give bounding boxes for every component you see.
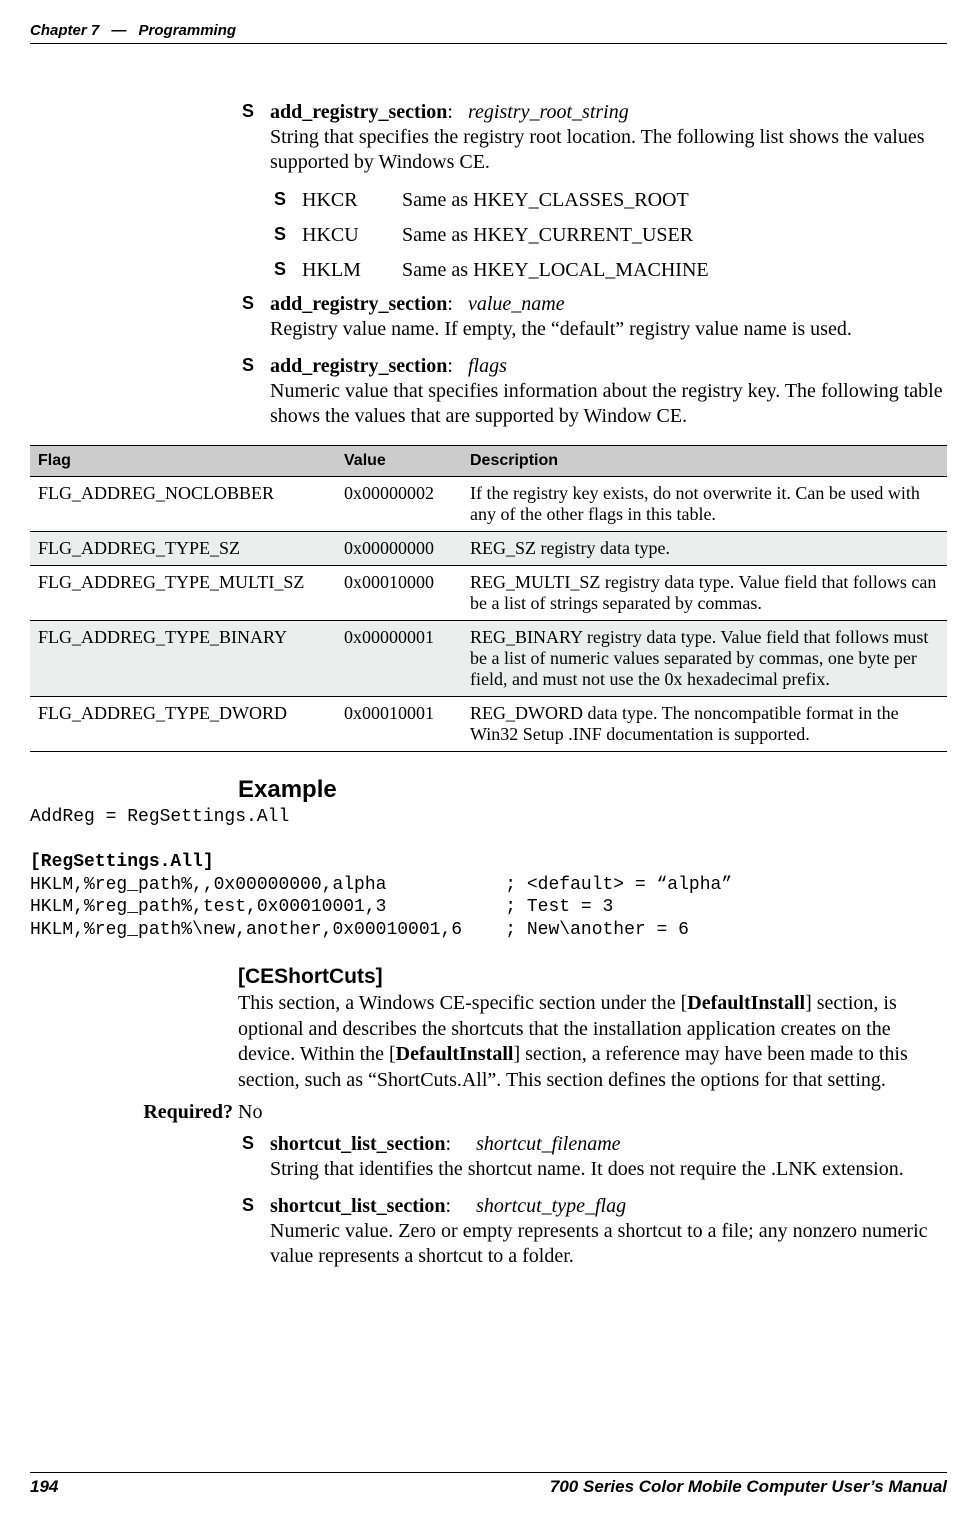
arg: registry_root_string — [468, 101, 629, 123]
table-row: FLG_ADDREG_TYPE_DWORD 0x00010001 REG_DWO… — [30, 697, 947, 752]
desc: Numeric value. Zero or empty represents … — [270, 1220, 928, 1267]
cell-flag: FLG_ADDREG_TYPE_MULTI_SZ — [30, 566, 336, 621]
required-value: No — [238, 1101, 262, 1124]
manual-title: 700 Series Color Mobile Computer User’s … — [550, 1477, 947, 1497]
example-code: AddReg = RegSettings.All [RegSettings.Al… — [30, 806, 947, 941]
term: add_registry_section — [270, 101, 447, 123]
cell-flag: FLG_ADDREG_TYPE_DWORD — [30, 697, 336, 752]
th-flag: Flag — [30, 446, 336, 477]
header-left: Chapter 7 — Programming — [30, 22, 236, 39]
desc: String that specifies the registry root … — [270, 126, 925, 173]
chapter-title: Programming — [139, 22, 237, 39]
cell-desc: If the registry key exists, do not overw… — [462, 477, 947, 532]
desc: Same as HKEY_CLASSES_ROOT — [402, 187, 689, 214]
chapter-number: Chapter 7 — [30, 22, 99, 39]
page-footer: 194 700 Series Color Mobile Computer Use… — [30, 1472, 947, 1497]
chapter-sep: — — [111, 22, 126, 39]
desc: Registry value name. If empty, the “defa… — [270, 318, 852, 340]
desc: String that identifies the shortcut name… — [270, 1158, 904, 1180]
table-row: FLG_ADDREG_NOCLOBBER 0x00000002 If the r… — [30, 477, 947, 532]
cell-desc: REG_SZ registry data type. — [462, 532, 947, 566]
arg: flags — [468, 355, 507, 377]
table-row: FLG_ADDREG_TYPE_BINARY 0x00000001 REG_BI… — [30, 621, 947, 697]
sub-hklm: HKLM Same as HKEY_LOCAL_MACHINE — [270, 257, 947, 284]
required-line: Required? No — [238, 1101, 947, 1124]
term: shortcut_list_section — [270, 1133, 446, 1155]
cell-flag: FLG_ADDREG_TYPE_BINARY — [30, 621, 336, 697]
cell-flag: FLG_ADDREG_TYPE_SZ — [30, 532, 336, 566]
cell-value: 0x00000001 — [336, 621, 462, 697]
bullet-shortcut-typeflag: shortcut_list_section: shortcut_type_fla… — [238, 1194, 947, 1269]
code-line: HKLM,%reg_path%,,0x00000000,alpha ; <def… — [30, 875, 732, 895]
term: add_registry_section — [270, 355, 447, 377]
desc: Same as HKEY_CURRENT_USER — [402, 222, 693, 249]
th-value: Value — [336, 446, 462, 477]
ceshortcuts-heading: [CEShortCuts] — [238, 965, 947, 989]
sub-hkcr: HKCR Same as HKEY_CLASSES_ROOT — [270, 187, 947, 214]
page-header: Chapter 7 — Programming — [30, 0, 947, 44]
bullet-shortcut-filename: shortcut_list_section: shortcut_filename… — [238, 1132, 947, 1182]
abbr: HKCU — [302, 222, 402, 249]
arg: shortcut_filename — [476, 1133, 620, 1155]
cell-desc: REG_BINARY registry data type. Value fie… — [462, 621, 947, 697]
arg: shortcut_type_flag — [476, 1195, 626, 1217]
desc: Numeric value that specifies information… — [270, 380, 943, 427]
table-row: FLG_ADDREG_TYPE_SZ 0x00000000 REG_SZ reg… — [30, 532, 947, 566]
ceshortcuts-para: This section, a Windows CE-specific sect… — [238, 991, 947, 1093]
bullet-add-registry-valuename: add_registry_section: value_name Registr… — [238, 292, 947, 342]
sub-hkcu: HKCU Same as HKEY_CURRENT_USER — [270, 222, 947, 249]
code-section: [RegSettings.All] — [30, 852, 214, 872]
cell-value: 0x00000002 — [336, 477, 462, 532]
cell-value: 0x00000000 — [336, 532, 462, 566]
abbr: HKLM — [302, 257, 402, 284]
page-number: 194 — [30, 1477, 58, 1497]
flags-table: Flag Value Description FLG_ADDREG_NOCLOB… — [30, 445, 947, 752]
arg: value_name — [468, 293, 565, 315]
term: shortcut_list_section — [270, 1195, 446, 1217]
cell-value: 0x00010000 — [336, 566, 462, 621]
required-label: Required? — [123, 1101, 238, 1124]
term: add_registry_section — [270, 293, 447, 315]
cell-desc: REG_DWORD data type. The noncompatible f… — [462, 697, 947, 752]
example-heading: Example — [238, 776, 947, 804]
cell-flag: FLG_ADDREG_NOCLOBBER — [30, 477, 336, 532]
cell-desc: REG_MULTI_SZ registry data type. Value f… — [462, 566, 947, 621]
bullet-add-registry-root: add_registry_section: registry_root_stri… — [238, 100, 947, 175]
abbr: HKCR — [302, 187, 402, 214]
desc: Same as HKEY_LOCAL_MACHINE — [402, 257, 709, 284]
code-line: AddReg = RegSettings.All — [30, 807, 289, 827]
table-row: FLG_ADDREG_TYPE_MULTI_SZ 0x00010000 REG_… — [30, 566, 947, 621]
code-line: HKLM,%reg_path%\new,another,0x00010001,6… — [30, 920, 689, 940]
bullet-add-registry-flags: add_registry_section: flags Numeric valu… — [238, 354, 947, 429]
cell-value: 0x00010001 — [336, 697, 462, 752]
th-desc: Description — [462, 446, 947, 477]
table-header-row: Flag Value Description — [30, 446, 947, 477]
code-line: HKLM,%reg_path%,test,0x00010001,3 ; Test… — [30, 897, 613, 917]
